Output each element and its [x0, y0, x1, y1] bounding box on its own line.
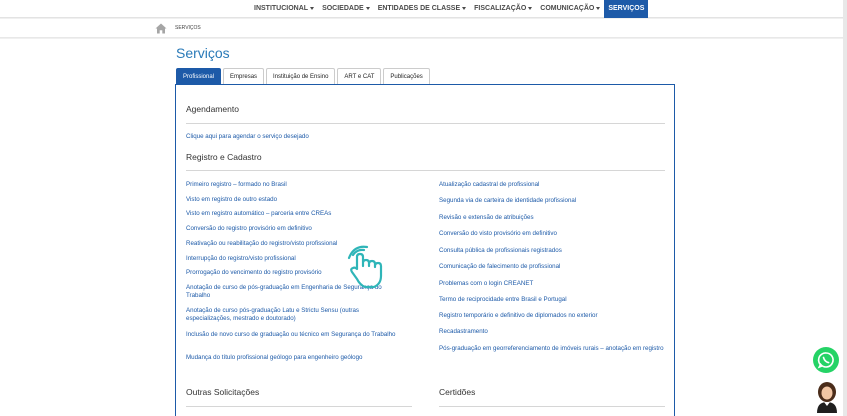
breadcrumb: SERVIÇOS	[0, 19, 847, 38]
link-registro[interactable]: Atualização cadastral de profissional	[439, 181, 539, 189]
main-menu: INSTITUCIONAL SOCIEDADE ENTIDADES DE CLA…	[250, 0, 649, 18]
link-registro[interactable]: Revisão e extensão de atribuições	[439, 214, 534, 222]
link-registro[interactable]: Problemas com o login CREANET	[439, 280, 533, 288]
link-registro[interactable]: Interrupção do registro/visto profission…	[186, 255, 296, 263]
section-title-agendamento: Agendamento	[186, 104, 239, 114]
chevron-down-icon	[462, 6, 467, 10]
page-title: Serviços	[176, 45, 230, 61]
nav-entidades-de-classe[interactable]: ENTIDADES DE CLASSE	[374, 0, 470, 18]
tab-publicacoes[interactable]: Publicações	[383, 68, 430, 84]
link-registro[interactable]: Reativação ou reabilitação do registro/v…	[186, 240, 337, 248]
services-panel: Agendamento Clique aqui para agendar o s…	[175, 84, 675, 416]
divider	[186, 406, 412, 407]
nav-servicos[interactable]: SERVIÇOS	[604, 0, 649, 18]
chevron-down-icon	[310, 6, 315, 10]
link-registro[interactable]: Consulta pública de profissionais regist…	[439, 247, 562, 255]
pointer-hand-icon	[347, 245, 383, 289]
tab-bar: Profissional Empresas Instituição de Ens…	[176, 68, 432, 84]
link-registro[interactable]: Anotação de curso pós-graduação Latu e S…	[186, 307, 406, 323]
link-registro[interactable]: Conversão do registro provisório em defi…	[186, 225, 312, 233]
nav-comunicacao[interactable]: COMUNICAÇÃO	[536, 0, 604, 18]
scrollbar[interactable]	[843, 0, 847, 416]
whatsapp-button[interactable]	[813, 347, 839, 373]
tab-art-e-cat[interactable]: ART e CAT	[337, 68, 382, 84]
breadcrumb-current: SERVIÇOS	[175, 25, 201, 31]
link-registro[interactable]: Conversão do visto provisório em definit…	[439, 230, 557, 238]
link-registro[interactable]: Segunda via de carteira de identidade pr…	[439, 197, 576, 205]
link-registro[interactable]: Visto em registro de outro estado	[186, 196, 277, 204]
nav-institucional[interactable]: INSTITUCIONAL	[250, 0, 318, 18]
chevron-down-icon	[365, 6, 370, 10]
nav-sociedade[interactable]: SOCIEDADE	[318, 0, 374, 18]
section-title-certidoes: Certidões	[439, 387, 476, 397]
tab-empresas[interactable]: Empresas	[223, 68, 265, 84]
nav-fiscalizacao[interactable]: FISCALIZAÇÃO	[470, 0, 536, 18]
link-registro[interactable]: Comunicação de falecimento de profission…	[439, 263, 560, 271]
top-navigation: INSTITUCIONAL SOCIEDADE ENTIDADES DE CLA…	[0, 0, 847, 18]
divider	[439, 406, 665, 407]
link-registro[interactable]: Termo de reciprocidade entre Brasil e Po…	[439, 296, 567, 304]
main-content: Serviços Profissional Empresas Instituiç…	[0, 39, 847, 416]
link-registro[interactable]: Visto em registro automático – parceria …	[186, 210, 331, 218]
divider	[186, 170, 665, 171]
tab-instituicao-de-ensino[interactable]: Instituição de Ensino	[266, 68, 336, 84]
link-registro[interactable]: Prorrogação do vencimento do registro pr…	[186, 269, 322, 277]
link-agendar-servico[interactable]: Clique aqui para agendar o serviço desej…	[186, 133, 309, 141]
assistant-avatar[interactable]	[813, 381, 841, 413]
link-registro[interactable]: Mudança do título profissional geólogo p…	[186, 354, 362, 362]
chevron-down-icon	[596, 6, 601, 10]
link-registro[interactable]: Recadastramento	[439, 328, 488, 336]
whatsapp-icon	[817, 352, 834, 369]
chevron-down-icon	[528, 6, 533, 10]
tab-profissional[interactable]: Profissional	[176, 68, 222, 84]
link-registro[interactable]: Pós-graduação em georreferenciamento de …	[439, 345, 669, 353]
link-registro[interactable]: Inclusão de novo curso de graduação ou t…	[186, 331, 406, 339]
section-title-outras-solicitacoes: Outras Solicitações	[186, 387, 260, 397]
link-registro[interactable]: Primeiro registro – formado no Brasil	[186, 181, 287, 189]
section-title-registro: Registro e Cadastro	[186, 152, 262, 162]
divider	[186, 123, 665, 124]
home-icon[interactable]	[155, 23, 167, 34]
link-registro[interactable]: Registro temporário e definitivo de dipl…	[439, 312, 598, 320]
